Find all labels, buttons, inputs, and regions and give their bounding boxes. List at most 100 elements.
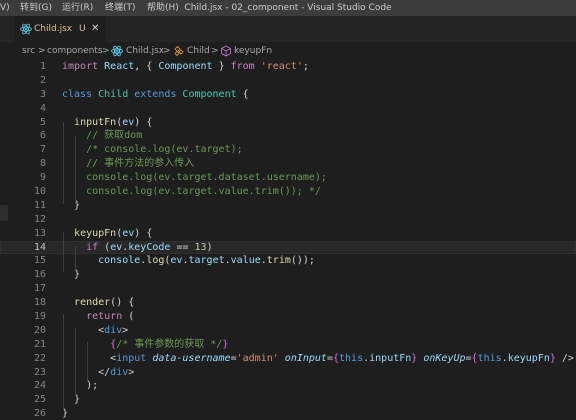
code-token: {: [242, 88, 249, 100]
code-line[interactable]: 10 console.log(ev.target.value.trim()); …: [0, 185, 576, 199]
code-line[interactable]: 15 console.log(ev.target.value.trim());: [0, 254, 576, 268]
indent-guide: [63, 314, 64, 410]
breadcrumb: src > components > Child.jsx > Child > k…: [0, 42, 576, 60]
code-token: extends: [134, 88, 183, 100]
code-line[interactable]: 2: [0, 74, 576, 88]
code-token: target: [188, 255, 225, 267]
code-token: if: [86, 241, 105, 253]
line-number: 22: [33, 352, 46, 364]
code-line[interactable]: 11 }: [0, 199, 576, 213]
editor-tab-bar: Child.jsx U ✕: [0, 16, 576, 42]
code-token: ) {: [134, 227, 153, 239]
code-text: }: [62, 393, 80, 407]
code-line[interactable]: 4: [0, 102, 576, 116]
code-token: keyupFn: [74, 227, 117, 239]
code-line[interactable]: 14 if (ev.keyCode == 13): [0, 240, 576, 255]
line-number: 14: [33, 241, 46, 253]
code-line[interactable]: 3 class Child extends Component {: [0, 88, 576, 102]
code-text: );: [62, 379, 98, 393]
code-line[interactable]: 17: [0, 282, 576, 296]
breadcrumb-components[interactable]: components: [47, 42, 103, 60]
line-number: 15: [33, 255, 46, 267]
breadcrumb-separator: >: [38, 46, 46, 56]
breadcrumb-file[interactable]: Child.jsx: [126, 42, 164, 60]
code-text: keyupFn(ev) {: [62, 227, 152, 241]
code-line[interactable]: 25 }: [0, 393, 576, 407]
code-text: render() {: [62, 296, 134, 310]
line-number: 24: [33, 380, 46, 392]
react-icon: [111, 45, 123, 57]
code-line[interactable]: 19 return (: [0, 310, 576, 324]
code-token: ev: [122, 227, 135, 239]
code-token: 'react': [260, 61, 303, 72]
code-token: keyupFn: [507, 352, 550, 364]
code-token: }: [62, 394, 81, 406]
line-number: 5: [39, 116, 46, 128]
tab-label: Child.jsx: [34, 24, 73, 34]
code-text: // 事件方法的参入传入: [62, 157, 194, 171]
code-line[interactable]: 9 console.log(ev.target.dataset.username…: [0, 171, 576, 185]
code-token: inputFn: [369, 352, 412, 364]
code-editor[interactable]: 1 import React, { Component } from 'react…: [0, 60, 576, 420]
class-icon: [174, 45, 184, 57]
code-token: input: [116, 352, 153, 364]
tab-child-jsx[interactable]: Child.jsx U ✕: [14, 16, 106, 42]
indent-guide: [75, 246, 76, 272]
code-line[interactable]: 1 import React, { Component } from 'react…: [0, 60, 576, 74]
indent-guide: [75, 328, 76, 396]
code-line[interactable]: 5 inputFn(ev) {: [0, 116, 576, 130]
code-line[interactable]: 18 render() {: [0, 296, 576, 310]
breadcrumb-separator: >: [102, 46, 110, 56]
code-text: class Child extends Component {: [62, 88, 249, 102]
code-token: }: [222, 338, 229, 350]
code-token: React: [104, 61, 135, 72]
code-line[interactable]: 12: [0, 213, 576, 227]
code-token: this: [477, 352, 502, 364]
code-line[interactable]: 7 /* console.log(ev.target);: [0, 143, 576, 157]
code-text: console.log(ev.target.value.trim()); */: [62, 185, 321, 199]
code-text: inputFn(ev) {: [62, 116, 152, 130]
code-text: <input data-username='admin' onInput={th…: [62, 352, 574, 366]
breadcrumb-method[interactable]: keyupFn: [234, 42, 272, 60]
close-icon[interactable]: ✕: [91, 16, 99, 42]
code-line[interactable]: 6 // 获取dom: [0, 129, 576, 143]
code-token: console: [98, 255, 141, 267]
code-text: import React, { Component } from 'react'…: [62, 60, 309, 74]
code-token: // 事件方法的参入传入: [86, 158, 195, 170]
code-text: }: [62, 199, 80, 213]
code-token: data-username: [152, 352, 231, 364]
code-token: import: [62, 61, 105, 72]
line-number: 26: [33, 408, 46, 420]
line-number: 8: [39, 158, 46, 170]
code-token: }: [62, 269, 81, 281]
line-number: 1: [39, 61, 46, 72]
indent-guide: [63, 232, 64, 272]
code-line[interactable]: 26}: [0, 407, 576, 420]
code-line[interactable]: 20 <div>: [0, 324, 576, 338]
code-token: (: [128, 311, 135, 323]
code-token: ());: [290, 255, 315, 267]
breadcrumb-src[interactable]: src: [22, 42, 35, 60]
git-untracked-badge: U: [79, 24, 86, 34]
code-line[interactable]: 16 }: [0, 268, 576, 282]
code-token: trim: [266, 255, 291, 267]
method-icon: [221, 45, 231, 57]
code-token: onInput: [284, 352, 327, 364]
line-number: 10: [33, 186, 46, 198]
line-number: 9: [39, 172, 46, 184]
code-token: from: [230, 61, 261, 72]
code-token: // 获取dom: [86, 130, 143, 142]
code-line[interactable]: 13 keyupFn(ev) {: [0, 227, 576, 241]
line-number: 19: [33, 311, 46, 323]
code-token: 13: [194, 241, 207, 253]
breadcrumb-class[interactable]: Child: [187, 42, 210, 60]
code-text: </div>: [62, 366, 134, 380]
code-line[interactable]: 8 // 事件方法的参入传入: [0, 157, 576, 171]
react-icon: [20, 23, 32, 35]
code-token: <: [62, 324, 105, 336]
code-token: >: [128, 366, 135, 378]
code-token: console.log(ev.target.dataset.username);: [86, 172, 327, 184]
code-token: /* 事件参数的获取 */: [116, 338, 223, 350]
